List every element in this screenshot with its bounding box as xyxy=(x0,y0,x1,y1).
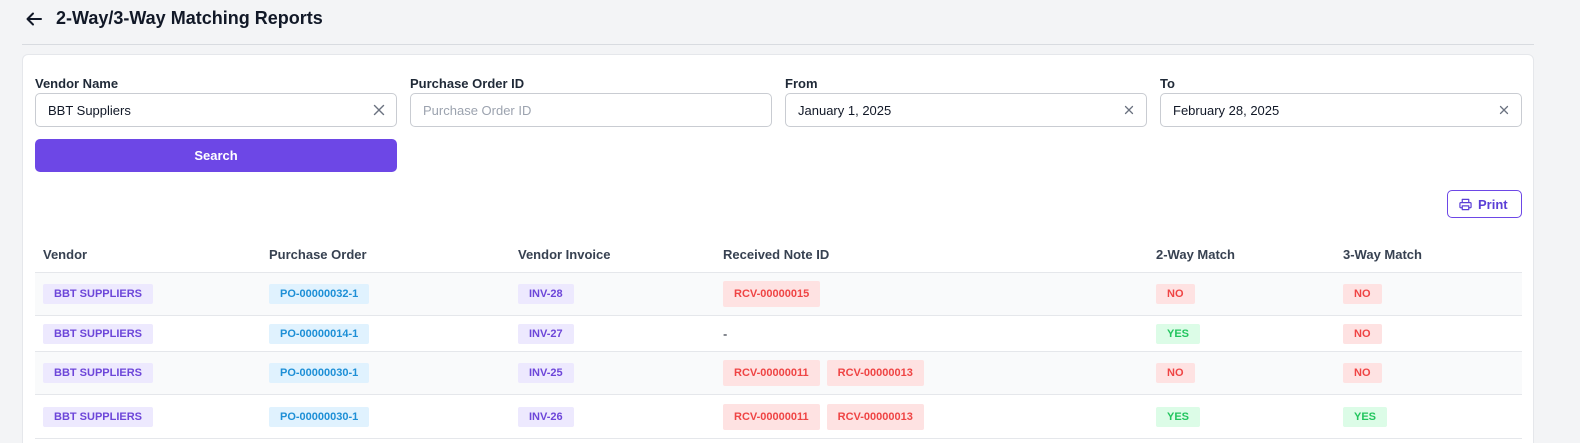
po-tag[interactable]: PO-00000014-1 xyxy=(269,323,370,344)
from-date-field[interactable]: January 1, 2025 xyxy=(785,93,1147,127)
two-way-match-badge: NO xyxy=(1156,363,1195,383)
to-date-field[interactable]: February 28, 2025 xyxy=(1160,93,1522,127)
search-button[interactable]: Search xyxy=(35,139,397,172)
po-tag[interactable]: PO-00000032-1 xyxy=(269,284,370,304)
two-way-match-badge: NO xyxy=(1156,284,1195,304)
po-tag[interactable]: PO-00000030-1 xyxy=(269,406,370,427)
table-row[interactable]: BBT SUPPLIERS PO-00000032-1 INV-28 RCV-0… xyxy=(35,273,1522,316)
three-way-match-badge: NO xyxy=(1343,323,1382,344)
to-date-label: To xyxy=(1160,76,1175,91)
col-header-received-note-id[interactable]: Received Note ID xyxy=(723,247,829,262)
to-date-value: February 28, 2025 xyxy=(1173,103,1280,118)
print-label: Print xyxy=(1478,197,1508,212)
table-row[interactable]: BBT SUPPLIERS PO-00000030-1 INV-25 RCV-0… xyxy=(35,352,1522,395)
table-row[interactable]: BBT SUPPLIERS PO-00000030-1 INV-26 RCV-0… xyxy=(35,395,1522,439)
report-card: Vendor Name BBT Suppliers Purchase Order… xyxy=(22,54,1534,443)
col-header-2-way-match[interactable]: 2-Way Match xyxy=(1156,247,1235,262)
three-way-match-badge: NO xyxy=(1343,284,1382,304)
received-note-tag[interactable]: RCV-00000011 xyxy=(723,403,820,430)
col-header-3-way-match[interactable]: 3-Way Match xyxy=(1343,247,1422,262)
arrow-left-icon xyxy=(26,12,42,26)
matching-table: Vendor Purchase Order Vendor Invoice Rec… xyxy=(35,236,1522,439)
printer-icon xyxy=(1459,198,1472,211)
two-way-match-badge: YES xyxy=(1156,406,1201,427)
vendor-name-field[interactable]: BBT Suppliers xyxy=(35,93,397,127)
po-id-placeholder: Purchase Order ID xyxy=(423,103,532,118)
vendor-name-value: BBT Suppliers xyxy=(48,103,131,118)
close-icon[interactable] xyxy=(371,102,387,118)
po-id-field[interactable]: Purchase Order ID xyxy=(410,93,772,127)
col-header-purchase-order[interactable]: Purchase Order xyxy=(269,247,367,262)
close-icon[interactable] xyxy=(1496,102,1512,118)
received-note-tag[interactable]: RCV-00000015 xyxy=(723,281,821,307)
vendor-tag: BBT SUPPLIERS xyxy=(43,323,154,344)
back-button[interactable] xyxy=(24,9,44,29)
po-id-label: Purchase Order ID xyxy=(410,76,525,91)
vendor-tag: BBT SUPPLIERS xyxy=(43,406,154,427)
page-title: 2-Way/3-Way Matching Reports xyxy=(56,8,323,28)
invoice-tag[interactable]: INV-28 xyxy=(518,284,574,304)
received-note-tag[interactable]: RCV-00000013 xyxy=(826,360,924,386)
po-tag[interactable]: PO-00000030-1 xyxy=(269,363,370,383)
invoice-tag[interactable]: INV-26 xyxy=(518,406,574,427)
received-note-tag[interactable]: RCV-00000013 xyxy=(826,403,924,430)
two-way-match-badge: YES xyxy=(1156,323,1201,344)
from-date-label: From xyxy=(785,76,818,91)
page-header: 2-Way/3-Way Matching Reports xyxy=(22,0,1534,45)
three-way-match-badge: YES xyxy=(1343,406,1388,427)
invoice-tag[interactable]: INV-27 xyxy=(518,323,574,344)
table-header: Vendor Purchase Order Vendor Invoice Rec… xyxy=(35,236,1522,273)
table-row[interactable]: BBT SUPPLIERS PO-00000014-1 INV-27 - YES… xyxy=(35,316,1522,352)
col-header-vendor-invoice[interactable]: Vendor Invoice xyxy=(518,247,610,262)
print-button[interactable]: Print xyxy=(1447,190,1522,218)
vendor-tag: BBT SUPPLIERS xyxy=(43,363,154,383)
close-icon[interactable] xyxy=(1121,102,1137,118)
invoice-tag[interactable]: INV-25 xyxy=(518,363,574,383)
from-date-value: January 1, 2025 xyxy=(798,103,892,118)
three-way-match-badge: NO xyxy=(1343,363,1382,383)
received-note-empty: - xyxy=(723,326,728,341)
received-note-tag[interactable]: RCV-00000011 xyxy=(723,360,820,386)
vendor-tag: BBT SUPPLIERS xyxy=(43,284,154,304)
vendor-name-label: Vendor Name xyxy=(35,76,119,91)
col-header-vendor[interactable]: Vendor xyxy=(43,247,87,262)
